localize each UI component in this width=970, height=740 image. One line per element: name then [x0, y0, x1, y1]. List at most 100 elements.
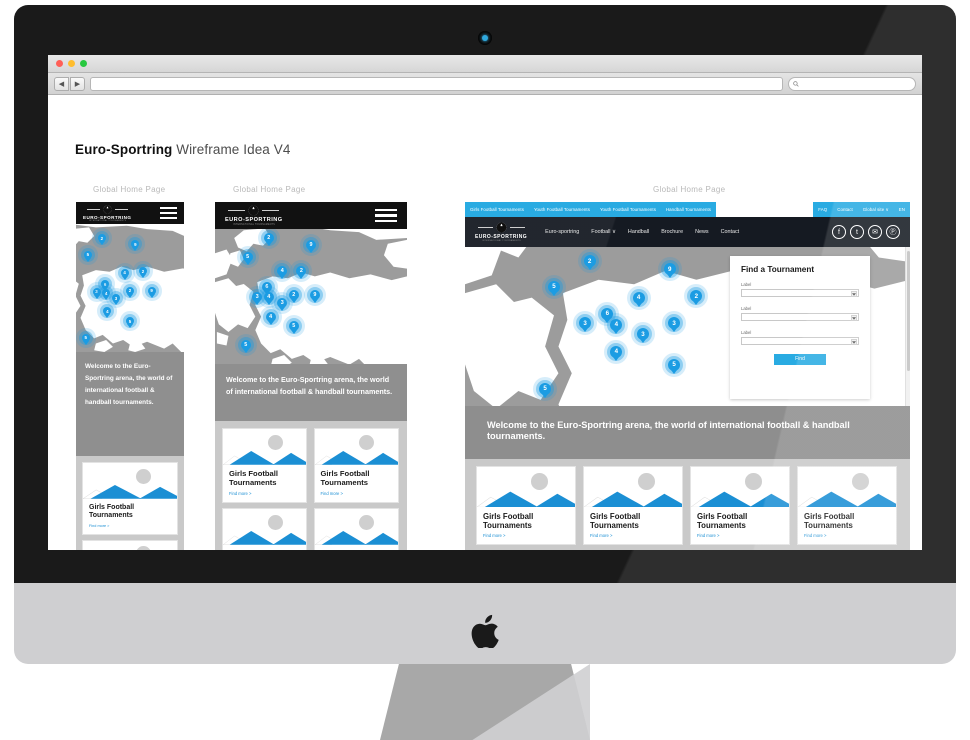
find-button[interactable]: Find	[774, 354, 826, 365]
map-pin[interactable]: 9	[147, 286, 156, 295]
finder-select[interactable]	[741, 313, 859, 321]
map-pin[interactable]: 4	[103, 307, 112, 316]
map-pin[interactable]: 5	[126, 317, 134, 326]
map-pin[interactable]: 4	[265, 311, 276, 322]
map-pin[interactable]: 3	[277, 298, 288, 309]
tournament-card[interactable]: Girls Football Tournaments Find more >	[798, 467, 896, 545]
hamburger-menu-icon[interactable]	[375, 208, 397, 223]
desktop-utility-bar: Girls Football Tournaments Youth Football…	[465, 202, 910, 217]
nav-link[interactable]: Euro-sportring	[539, 229, 585, 235]
utility-link[interactable]: Youth Football Tournaments	[595, 207, 661, 212]
back-arrow-icon[interactable]: ◀	[54, 76, 69, 91]
mobile-small-map[interactable]: 29542634293455	[76, 224, 184, 352]
map-pin[interactable]: 4	[120, 268, 129, 277]
map-pin[interactable]: 4	[263, 291, 274, 302]
twitter-icon[interactable]: t	[850, 225, 864, 239]
finder-field-label: Label	[741, 282, 752, 287]
email-icon[interactable]: ✉	[868, 225, 882, 239]
map-pin[interactable]: 9	[306, 240, 316, 251]
facebook-icon[interactable]: f	[832, 225, 846, 239]
map-pin[interactable]: 4	[102, 289, 111, 298]
desktop-scrollbar[interactable]	[905, 247, 910, 406]
map-pin[interactable]: 6	[601, 307, 614, 320]
tournament-card[interactable]: Girls Football Tournaments Find more >	[691, 467, 789, 545]
map-pin[interactable]: 3	[579, 317, 592, 330]
map-pin[interactable]: 2	[296, 265, 307, 276]
card-title: Girls Football Tournaments	[483, 512, 534, 531]
pinterest-icon[interactable]: Ⓟ	[886, 225, 900, 239]
map-pin[interactable]: 3	[111, 294, 120, 303]
map-pin[interactable]: 2	[690, 290, 703, 303]
map-pin[interactable]: 4	[277, 265, 288, 276]
tournament-card[interactable]: Girls Football Tournaments Find more >	[477, 467, 575, 545]
map-pin[interactable]: 3	[637, 328, 649, 341]
map-pin[interactable]: 4	[610, 345, 623, 358]
card-body: Girls Football Tournaments Find more >	[314, 465, 398, 502]
map-pin[interactable]: 4	[610, 318, 623, 331]
tournament-card[interactable]: Girls Football Tournaments Find more >	[584, 467, 682, 545]
utility-link[interactable]: Global site ∨	[858, 207, 894, 213]
map-pin[interactable]: 2	[97, 234, 106, 243]
forward-arrow-icon[interactable]: ▶	[70, 76, 85, 91]
nav-link[interactable]: Handball	[622, 229, 655, 235]
map-pin[interactable]: 2	[583, 255, 596, 268]
map-pin[interactable]: 3	[92, 287, 101, 296]
hamburger-menu-icon[interactable]	[160, 207, 177, 219]
logo[interactable]: EURO-SPORTRING INTERNATIONAL TOURNAMENTS	[475, 222, 527, 242]
finder-select[interactable]	[741, 289, 859, 297]
map-pin[interactable]: 9	[131, 240, 140, 249]
map-pin[interactable]: 5	[539, 382, 552, 395]
map-pin[interactable]: 6	[101, 280, 110, 289]
maximize-window-button[interactable]	[80, 60, 87, 67]
map-pin[interactable]: 5	[242, 252, 253, 263]
map-pin[interactable]: 5	[81, 333, 90, 342]
desktop-hero-text: Welcome to the Euro-Sportring arena, the…	[487, 420, 850, 442]
tournament-card[interactable]: Girls Football Tournaments Find more >	[83, 540, 177, 550]
map-pin[interactable]: 9	[663, 263, 676, 276]
logo[interactable]: EURO-SPORTRING INTERNATIONAL TOURNAMENTS	[83, 204, 131, 222]
column-label-1: Global Home Page	[93, 185, 166, 194]
logo[interactable]: EURO-SPORTRING INTERNATIONAL TOURNAMENTS	[225, 205, 283, 226]
nav-link[interactable]: Contact	[715, 229, 746, 235]
map-pin[interactable]: 2	[263, 233, 274, 244]
nav-link[interactable]: News	[689, 229, 714, 235]
tournament-card[interactable]: Girls Football Tournaments Find more >	[314, 508, 398, 550]
card-find-more-link: Find more >	[483, 533, 506, 539]
minimize-window-button[interactable]	[68, 60, 75, 67]
mobile-large-map[interactable]: 29542634293455	[215, 229, 407, 364]
map-pin[interactable]: 6	[261, 282, 272, 293]
utility-link[interactable]: Girls Football Tournaments	[465, 207, 529, 212]
map-pin[interactable]: 9	[309, 290, 320, 301]
utility-link[interactable]: Handball Tournaments	[661, 207, 716, 212]
find-tournament-fields: Label Label Label	[741, 282, 859, 345]
tournament-card[interactable]: Girls Football Tournaments Find more >	[314, 429, 398, 502]
map-pin[interactable]: 5	[83, 250, 92, 259]
map-pin[interactable]: 5	[240, 340, 251, 351]
map-pin[interactable]: 4	[632, 291, 645, 304]
card-find-more-link: Find more >	[89, 523, 110, 528]
utility-link[interactable]: FAQ	[813, 207, 832, 212]
map-pin[interactable]: 3	[252, 291, 263, 302]
url-input[interactable]	[90, 76, 783, 91]
map-pin[interactable]: 3	[668, 317, 681, 330]
map-pin[interactable]: 5	[548, 280, 560, 293]
nav-link[interactable]: Football ∨	[585, 229, 622, 235]
desktop-hero: Welcome to the Euro-Sportring arena, the…	[465, 406, 910, 459]
tournament-card[interactable]: Girls Football Tournaments Find more >	[223, 429, 306, 502]
map-pin[interactable]: 2	[288, 290, 299, 301]
nav-link[interactable]: Brochure	[655, 229, 689, 235]
close-window-button[interactable]	[56, 60, 63, 67]
map-pin[interactable]: 5	[668, 358, 681, 371]
search-input[interactable]	[788, 76, 916, 91]
map-pin[interactable]: 2	[138, 267, 147, 276]
finder-field-group: Label	[741, 330, 859, 345]
map-pin[interactable]: 5	[288, 321, 299, 332]
utility-link[interactable]: EN	[894, 207, 910, 212]
utility-link[interactable]: Youth Football Tournaments	[529, 207, 595, 212]
tournament-card[interactable]: Girls Football Tournaments Find more >	[83, 463, 177, 534]
finder-select[interactable]	[741, 337, 859, 345]
mobile-small-hero: Welcome to the Euro-Sportring arena, the…	[76, 352, 184, 456]
tournament-card[interactable]: Girls Football Tournaments Find more >	[223, 508, 306, 550]
utility-link[interactable]: Contact	[832, 207, 858, 212]
map-pin[interactable]: 2	[126, 286, 134, 295]
